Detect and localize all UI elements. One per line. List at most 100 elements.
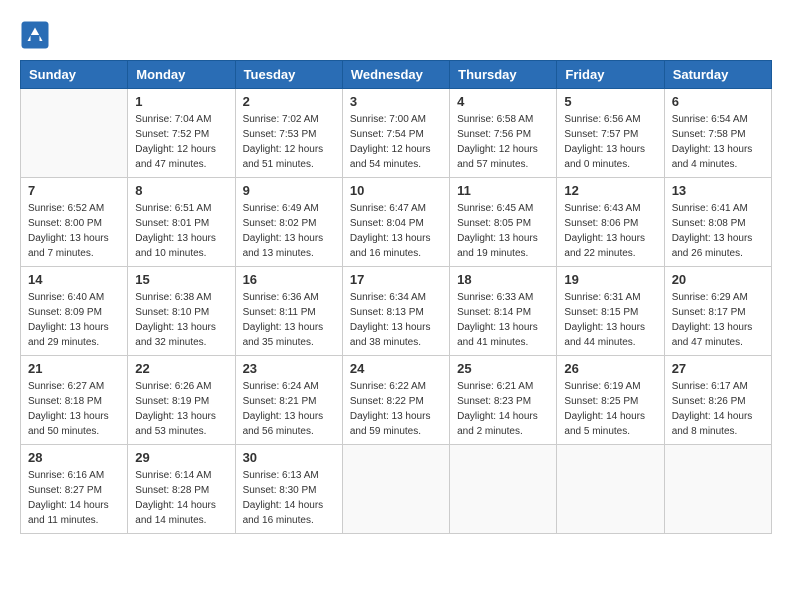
day-number: 12 — [564, 183, 656, 198]
day-number: 13 — [672, 183, 764, 198]
calendar-header-sunday: Sunday — [21, 61, 128, 89]
calendar-cell: 30 Sunrise: 6:13 AM Sunset: 8:30 PM Dayli… — [235, 445, 342, 534]
calendar-cell: 2 Sunrise: 7:02 AM Sunset: 7:53 PM Daylig… — [235, 89, 342, 178]
day-info: Sunrise: 6:33 AM Sunset: 8:14 PM Dayligh… — [457, 290, 549, 350]
calendar-cell: 4 Sunrise: 6:58 AM Sunset: 7:56 PM Daylig… — [450, 89, 557, 178]
calendar-cell: 22 Sunrise: 6:26 AM Sunset: 8:19 PM Dayli… — [128, 356, 235, 445]
day-info: Sunrise: 6:47 AM Sunset: 8:04 PM Dayligh… — [350, 201, 442, 261]
day-info: Sunrise: 6:40 AM Sunset: 8:09 PM Dayligh… — [28, 290, 120, 350]
calendar-cell: 28 Sunrise: 6:16 AM Sunset: 8:27 PM Dayli… — [21, 445, 128, 534]
day-info: Sunrise: 6:38 AM Sunset: 8:10 PM Dayligh… — [135, 290, 227, 350]
day-number: 21 — [28, 361, 120, 376]
calendar-header-row: SundayMondayTuesdayWednesdayThursdayFrid… — [21, 61, 772, 89]
day-number: 26 — [564, 361, 656, 376]
calendar-header-monday: Monday — [128, 61, 235, 89]
day-info: Sunrise: 6:26 AM Sunset: 8:19 PM Dayligh… — [135, 379, 227, 439]
calendar-cell: 24 Sunrise: 6:22 AM Sunset: 8:22 PM Dayli… — [342, 356, 449, 445]
day-info: Sunrise: 6:34 AM Sunset: 8:13 PM Dayligh… — [350, 290, 442, 350]
day-info: Sunrise: 6:41 AM Sunset: 8:08 PM Dayligh… — [672, 201, 764, 261]
calendar-week-0: 1Sunrise: 7:04 AM Sunset: 7:52 PM Daylig… — [21, 89, 772, 178]
day-number: 2 — [243, 94, 335, 109]
day-number: 23 — [243, 361, 335, 376]
day-info: Sunrise: 6:16 AM Sunset: 8:27 PM Dayligh… — [28, 468, 120, 528]
day-info: Sunrise: 6:19 AM Sunset: 8:25 PM Dayligh… — [564, 379, 656, 439]
day-number: 27 — [672, 361, 764, 376]
calendar-header-thursday: Thursday — [450, 61, 557, 89]
calendar-cell: 12 Sunrise: 6:43 AM Sunset: 8:06 PM Dayli… — [557, 178, 664, 267]
day-info: Sunrise: 6:27 AM Sunset: 8:18 PM Dayligh… — [28, 379, 120, 439]
day-info: Sunrise: 6:24 AM Sunset: 8:21 PM Dayligh… — [243, 379, 335, 439]
day-number: 5 — [564, 94, 656, 109]
calendar-cell: 15 Sunrise: 6:38 AM Sunset: 8:10 PM Dayli… — [128, 267, 235, 356]
calendar-cell: 11Sunrise: 6:45 AM Sunset: 8:05 PM Dayli… — [450, 178, 557, 267]
calendar-cell: 3 Sunrise: 7:00 AM Sunset: 7:54 PM Daylig… — [342, 89, 449, 178]
day-info: Sunrise: 6:31 AM Sunset: 8:15 PM Dayligh… — [564, 290, 656, 350]
calendar-cell: 25 Sunrise: 6:21 AM Sunset: 8:23 PM Dayli… — [450, 356, 557, 445]
day-info: Sunrise: 6:58 AM Sunset: 7:56 PM Dayligh… — [457, 112, 549, 172]
day-number: 22 — [135, 361, 227, 376]
calendar-table: SundayMondayTuesdayWednesdayThursdayFrid… — [20, 60, 772, 534]
logo — [20, 20, 54, 50]
day-number: 15 — [135, 272, 227, 287]
day-info: Sunrise: 6:49 AM Sunset: 8:02 PM Dayligh… — [243, 201, 335, 261]
day-info: Sunrise: 6:45 AM Sunset: 8:05 PM Dayligh… — [457, 201, 549, 261]
day-number: 9 — [243, 183, 335, 198]
day-number: 4 — [457, 94, 549, 109]
calendar-cell: 21 Sunrise: 6:27 AM Sunset: 8:18 PM Dayli… — [21, 356, 128, 445]
day-number: 8 — [135, 183, 227, 198]
day-info: Sunrise: 7:02 AM Sunset: 7:53 PM Dayligh… — [243, 112, 335, 172]
calendar-cell: 14 Sunrise: 6:40 AM Sunset: 8:09 PM Dayli… — [21, 267, 128, 356]
day-number: 1 — [135, 94, 227, 109]
day-info: Sunrise: 6:56 AM Sunset: 7:57 PM Dayligh… — [564, 112, 656, 172]
calendar-cell — [342, 445, 449, 534]
day-info: Sunrise: 6:17 AM Sunset: 8:26 PM Dayligh… — [672, 379, 764, 439]
calendar-cell: 9 Sunrise: 6:49 AM Sunset: 8:02 PM Daylig… — [235, 178, 342, 267]
calendar-cell: 13 Sunrise: 6:41 AM Sunset: 8:08 PM Dayli… — [664, 178, 771, 267]
calendar-cell: 8 Sunrise: 6:51 AM Sunset: 8:01 PM Daylig… — [128, 178, 235, 267]
calendar-cell: 20 Sunrise: 6:29 AM Sunset: 8:17 PM Dayli… — [664, 267, 771, 356]
day-number: 6 — [672, 94, 764, 109]
day-number: 14 — [28, 272, 120, 287]
logo-icon — [20, 20, 50, 50]
page-header — [20, 20, 772, 50]
calendar-cell: 27 Sunrise: 6:17 AM Sunset: 8:26 PM Dayli… — [664, 356, 771, 445]
calendar-header-wednesday: Wednesday — [342, 61, 449, 89]
day-info: Sunrise: 6:51 AM Sunset: 8:01 PM Dayligh… — [135, 201, 227, 261]
day-number: 7 — [28, 183, 120, 198]
day-info: Sunrise: 6:22 AM Sunset: 8:22 PM Dayligh… — [350, 379, 442, 439]
day-number: 19 — [564, 272, 656, 287]
day-info: Sunrise: 6:43 AM Sunset: 8:06 PM Dayligh… — [564, 201, 656, 261]
calendar-cell: 7Sunrise: 6:52 AM Sunset: 8:00 PM Daylig… — [21, 178, 128, 267]
calendar-cell — [664, 445, 771, 534]
calendar-header-friday: Friday — [557, 61, 664, 89]
day-number: 24 — [350, 361, 442, 376]
calendar-week-4: 28 Sunrise: 6:16 AM Sunset: 8:27 PM Dayli… — [21, 445, 772, 534]
calendar-cell: 6 Sunrise: 6:54 AM Sunset: 7:58 PM Daylig… — [664, 89, 771, 178]
day-number: 16 — [243, 272, 335, 287]
calendar-header-tuesday: Tuesday — [235, 61, 342, 89]
calendar-cell: 16 Sunrise: 6:36 AM Sunset: 8:11 PM Dayli… — [235, 267, 342, 356]
day-info: Sunrise: 7:00 AM Sunset: 7:54 PM Dayligh… — [350, 112, 442, 172]
calendar-week-3: 21 Sunrise: 6:27 AM Sunset: 8:18 PM Dayli… — [21, 356, 772, 445]
day-number: 3 — [350, 94, 442, 109]
day-number: 20 — [672, 272, 764, 287]
calendar-cell: 5 Sunrise: 6:56 AM Sunset: 7:57 PM Daylig… — [557, 89, 664, 178]
day-number: 18 — [457, 272, 549, 287]
calendar-week-1: 7Sunrise: 6:52 AM Sunset: 8:00 PM Daylig… — [21, 178, 772, 267]
calendar-cell: 26 Sunrise: 6:19 AM Sunset: 8:25 PM Dayli… — [557, 356, 664, 445]
calendar-week-2: 14 Sunrise: 6:40 AM Sunset: 8:09 PM Dayli… — [21, 267, 772, 356]
day-number: 30 — [243, 450, 335, 465]
calendar-cell — [450, 445, 557, 534]
day-info: Sunrise: 6:29 AM Sunset: 8:17 PM Dayligh… — [672, 290, 764, 350]
calendar-cell: 29Sunrise: 6:14 AM Sunset: 8:28 PM Dayli… — [128, 445, 235, 534]
day-number: 25 — [457, 361, 549, 376]
calendar-cell: 19 Sunrise: 6:31 AM Sunset: 8:15 PM Dayli… — [557, 267, 664, 356]
day-number: 28 — [28, 450, 120, 465]
day-info: Sunrise: 6:13 AM Sunset: 8:30 PM Dayligh… — [243, 468, 335, 528]
day-info: Sunrise: 6:21 AM Sunset: 8:23 PM Dayligh… — [457, 379, 549, 439]
calendar-cell: 23 Sunrise: 6:24 AM Sunset: 8:21 PM Dayli… — [235, 356, 342, 445]
day-info: Sunrise: 6:14 AM Sunset: 8:28 PM Dayligh… — [135, 468, 227, 528]
day-info: Sunrise: 6:54 AM Sunset: 7:58 PM Dayligh… — [672, 112, 764, 172]
day-number: 17 — [350, 272, 442, 287]
day-info: Sunrise: 6:36 AM Sunset: 8:11 PM Dayligh… — [243, 290, 335, 350]
